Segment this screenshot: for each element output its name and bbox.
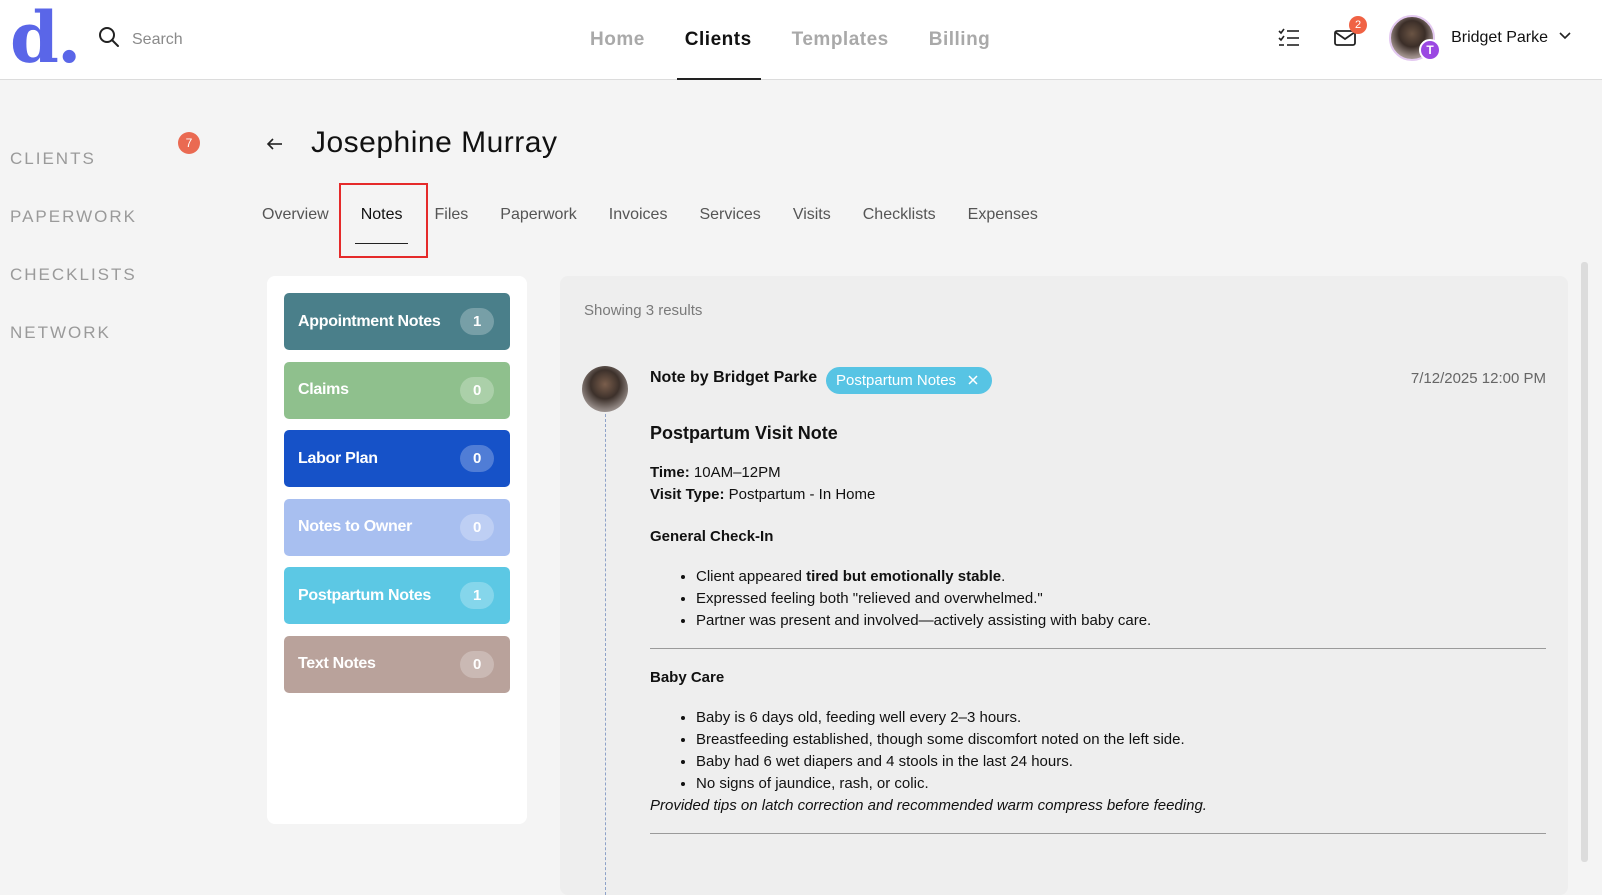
category-count: 1: [460, 308, 494, 335]
notes-tab-highlight: [339, 183, 428, 258]
list-item: Baby is 6 days old, feeding well every 2…: [696, 707, 1546, 729]
nav-templates[interactable]: Templates: [772, 0, 909, 80]
sidebar-item-network[interactable]: NETWORK: [10, 304, 210, 362]
section-heading: General Check-In: [650, 528, 774, 545]
time-label: Time:: [650, 464, 690, 481]
nav-billing[interactable]: Billing: [909, 0, 1011, 80]
note-categories-panel: Appointment Notes 1 Claims 0 Labor Plan …: [267, 276, 527, 824]
note-visit-type: Visit Type: Postpartum - In Home: [650, 484, 1546, 506]
tab-paperwork[interactable]: Paperwork: [484, 196, 592, 234]
timeline-line: [605, 414, 606, 895]
note-tag-label: Postpartum Notes: [836, 372, 957, 389]
category-appointment-notes[interactable]: Appointment Notes 1: [284, 293, 510, 350]
checkin-list: Client appeared tired but emotionally st…: [696, 566, 1546, 632]
sidebar-item-label: CLIENTS: [10, 149, 96, 168]
user-avatar[interactable]: T: [1389, 15, 1442, 61]
category-notes-to-owner[interactable]: Notes to Owner 0: [284, 498, 510, 556]
list-item-text: .: [1001, 568, 1006, 585]
checklist-icon[interactable]: [1277, 26, 1301, 50]
category-label: Labor Plan: [298, 449, 378, 467]
note-time: Time: 10AM–12PM: [650, 462, 1546, 484]
category-label: Text Notes: [298, 655, 376, 672]
header-actions: 2 T Bridget Parke: [1277, 15, 1572, 61]
nav-clients[interactable]: Clients: [665, 0, 772, 80]
nav-home[interactable]: Home: [570, 0, 665, 80]
sidebar-item-paperwork[interactable]: PAPERWORK: [10, 188, 210, 246]
list-item: Baby had 6 wet diapers and 4 stools in t…: [696, 751, 1546, 773]
scrollbar[interactable]: [1581, 262, 1588, 862]
app-logo[interactable]: d.: [10, 2, 81, 74]
section-heading: Baby Care: [650, 669, 725, 686]
sidebar-item-label: NETWORK: [10, 323, 111, 342]
notes-list-panel: Showing 3 results Note by Bridget Parke …: [560, 276, 1568, 895]
list-item: No signs of jaundice, rash, or colic.: [696, 773, 1546, 795]
sidebar-item-label: CHECKLISTS: [10, 265, 137, 284]
category-label: Claims: [298, 381, 349, 398]
note-date: 7/12/2025 12:00 PM: [1410, 370, 1546, 387]
chevron-down-icon[interactable]: [1558, 29, 1572, 48]
category-count: 0: [460, 650, 494, 678]
category-count: 0: [460, 376, 494, 404]
visit-type-label: Visit Type:: [650, 486, 725, 503]
category-label: Appointment Notes: [298, 312, 441, 330]
mail-count-badge: 2: [1349, 16, 1368, 34]
left-sidebar: CLIENTS 7 PAPERWORK CHECKLISTS NETWORK: [10, 130, 210, 362]
tab-invoices[interactable]: Invoices: [593, 196, 684, 234]
tab-visits[interactable]: Visits: [777, 196, 847, 234]
main-nav: Home Clients Templates Billing: [570, 0, 1010, 80]
user-name[interactable]: Bridget Parke: [1451, 29, 1548, 47]
tab-checklists[interactable]: Checklists: [847, 196, 952, 234]
list-item: Partner was present and involved—activel…: [696, 610, 1546, 632]
divider: [650, 648, 1546, 649]
tab-services[interactable]: Services: [683, 196, 776, 234]
category-claims[interactable]: Claims 0: [284, 361, 510, 419]
search-box[interactable]: Search: [98, 26, 183, 53]
tab-expenses[interactable]: Expenses: [952, 196, 1054, 234]
list-item-text: Client appeared: [696, 568, 807, 585]
category-label: Notes to Owner: [298, 518, 413, 535]
category-count: 0: [460, 445, 494, 472]
clients-count-badge: 7: [178, 132, 200, 154]
category-count: 1: [460, 582, 494, 609]
list-item: Client appeared tired but emotionally st…: [696, 566, 1546, 588]
divider: [650, 833, 1546, 834]
note-tip: Provided tips on latch correction and re…: [650, 797, 1207, 814]
tab-files[interactable]: Files: [418, 196, 484, 234]
search-icon[interactable]: [98, 26, 120, 53]
list-item: Breastfeeding established, though some d…: [696, 729, 1546, 751]
avatar-initial-badge: T: [1419, 39, 1442, 61]
sidebar-item-label: PAPERWORK: [10, 207, 137, 226]
results-count: Showing 3 results: [584, 302, 703, 319]
visit-type-value: Postpartum - In Home: [724, 486, 876, 503]
page-title: Josephine Murray: [311, 126, 558, 159]
note-author: Note by Bridget Parke: [650, 369, 818, 386]
category-text-notes[interactable]: Text Notes 0: [284, 635, 510, 693]
note-body: Postpartum Visit Note Time: 10AM–12PM Vi…: [650, 422, 1546, 852]
top-bar: d. Search Home Clients Templates Billing: [0, 0, 1602, 80]
time-value: 10AM–12PM: [689, 464, 781, 481]
category-label: Postpartum Notes: [298, 586, 431, 604]
list-item: Expressed feeling both "relieved and ove…: [696, 588, 1546, 610]
close-icon[interactable]: [968, 372, 978, 389]
tab-overview[interactable]: Overview: [262, 196, 345, 234]
mail-icon[interactable]: 2: [1333, 16, 1368, 50]
list-item-bold: tired but emotionally stable: [806, 568, 1002, 585]
category-postpartum-notes[interactable]: Postpartum Notes 1: [284, 567, 510, 624]
note-tag[interactable]: Postpartum Notes: [826, 367, 993, 394]
note-title: Postpartum Visit Note: [650, 423, 838, 443]
sidebar-item-checklists[interactable]: CHECKLISTS: [10, 246, 210, 304]
category-count: 0: [460, 513, 494, 541]
back-arrow-icon[interactable]: [266, 133, 284, 159]
note-author-avatar: [582, 366, 628, 412]
category-labor-plan[interactable]: Labor Plan 0: [284, 430, 510, 487]
baby-care-list: Baby is 6 days old, feeding well every 2…: [696, 707, 1546, 795]
search-input[interactable]: Search: [132, 31, 183, 49]
sidebar-item-clients[interactable]: CLIENTS 7: [10, 130, 210, 188]
